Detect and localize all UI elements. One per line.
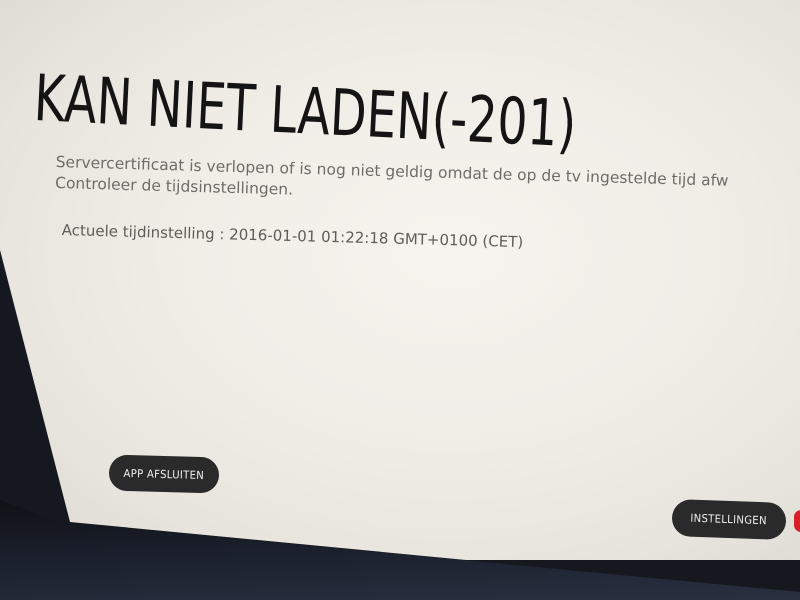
settings-button-label: INSTELLINGEN [690, 511, 768, 528]
error-title: KAN NIET LADEN(-201) [32, 62, 578, 163]
photo-frame: KAN NIET LADEN(-201) Servercertificaat i… [0, 0, 800, 600]
settings-button[interactable]: INSTELLINGEN [671, 499, 787, 540]
tv-screen: KAN NIET LADEN(-201) Servercertificaat i… [0, 0, 800, 560]
exit-app-button[interactable]: APP AFSLUITEN [108, 454, 220, 494]
error-message: Servercertificaat is verlopen of is nog … [55, 152, 729, 213]
current-time-setting: Actuele tijdinstelling : 2016-01-01 01:2… [61, 221, 524, 252]
exit-app-button-label: APP AFSLUITEN [123, 466, 205, 482]
red-button-edge[interactable] [794, 510, 800, 532]
